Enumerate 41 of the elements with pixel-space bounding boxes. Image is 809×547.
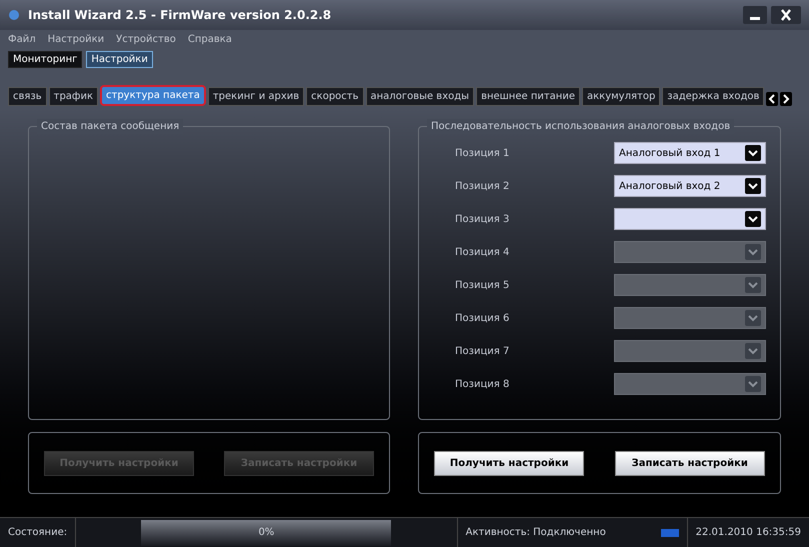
position-label: Позиция 3 <box>455 212 510 226</box>
settings-button[interactable]: Получить настройки <box>434 450 584 476</box>
settings-button[interactable]: Записать настройки <box>614 450 765 476</box>
menu-item[interactable]: Устройство <box>116 32 176 46</box>
app-logo-icon <box>8 9 20 21</box>
tab[interactable]: трафик <box>48 87 98 106</box>
select-value: Аналоговый вход 1 <box>619 146 720 160</box>
connection-indicator-icon <box>660 528 679 536</box>
close-icon[interactable] <box>771 6 801 24</box>
position-label: Позиция 2 <box>455 180 510 194</box>
status-label: Состояние: <box>0 518 76 547</box>
progress-reading: 0% <box>258 526 274 540</box>
position-label: Позиция 4 <box>455 246 510 260</box>
input-select[interactable]: Аналоговый вход 1 <box>614 142 766 164</box>
tab[interactable]: внешнее питание <box>476 87 580 106</box>
scroll-left-icon[interactable] <box>766 92 778 106</box>
minimize-icon[interactable] <box>743 6 767 24</box>
tab[interactable]: задержка входов <box>662 87 764 106</box>
mode-tab[interactable]: Настройки <box>86 51 153 68</box>
activity-status: Активность: Подключенно <box>466 526 606 540</box>
input-select[interactable] <box>614 208 766 230</box>
scroll-right-icon[interactable] <box>780 92 792 106</box>
mode-tab[interactable]: Мониторинг <box>8 51 82 68</box>
tab[interactable]: аналоговые входы <box>366 87 474 106</box>
menu-item[interactable]: Справка <box>188 32 232 46</box>
position-label: Позиция 1 <box>455 146 510 160</box>
position-label: Позиция 7 <box>455 344 510 358</box>
menu-item[interactable]: Настройки <box>48 32 104 46</box>
position-label: Позиция 6 <box>455 312 510 326</box>
status-datetime: 22.01.2010 16:35:59 <box>686 518 809 547</box>
window-title: Install Wizard 2.5 - FirmWare version 2.0.2.8 <box>28 7 332 24</box>
tab[interactable]: трекинг и архив <box>208 87 304 106</box>
select-value: Аналоговый вход 2 <box>619 180 720 194</box>
input-select[interactable]: Аналоговый вход 2 <box>614 175 766 197</box>
tab[interactable]: скорость <box>306 87 364 106</box>
menu-item[interactable]: Файл <box>8 32 36 46</box>
tab[interactable]: структура пакета <box>100 85 206 106</box>
position-label: Позиция 8 <box>455 378 510 392</box>
tab[interactable]: связь <box>8 87 47 106</box>
tab[interactable]: аккумулятор <box>582 87 660 106</box>
position-label: Позиция 5 <box>455 278 510 292</box>
